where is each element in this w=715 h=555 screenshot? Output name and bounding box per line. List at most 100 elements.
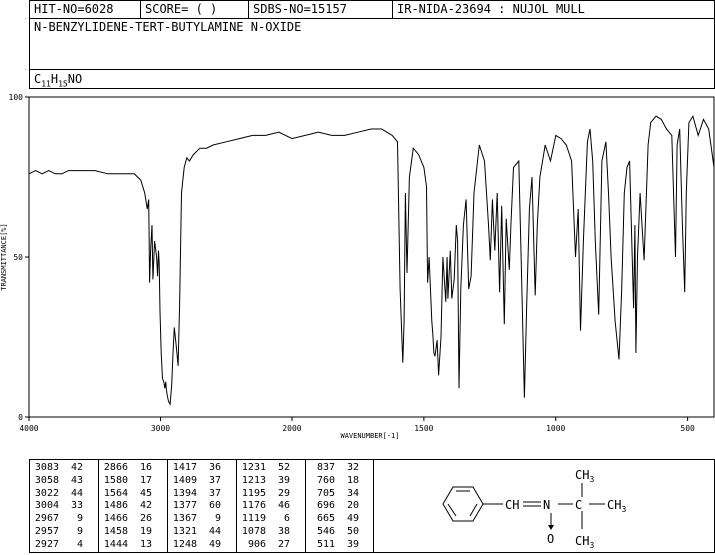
peak-transmittance: 38 — [277, 525, 290, 537]
peak-transmittance: 9 — [76, 525, 83, 537]
ch-label: CH — [505, 498, 519, 512]
peak-row: 1564 45 — [100, 488, 152, 501]
peak-wavenumber: 1564 — [103, 487, 128, 499]
x-axis-ticks: 4000 3000 2000 1500 1000 500 — [19, 417, 695, 433]
y-tick-label: 0 — [18, 413, 23, 422]
peak-wavenumber: 2866 — [103, 462, 128, 473]
peak-row: 1377 60 — [169, 500, 221, 513]
peak-row: 837 32 — [307, 462, 359, 475]
n-label: N — [543, 498, 550, 512]
peak-wavenumber: 2927 — [34, 538, 59, 550]
ir-spectrum-chart: 0 50 100 4000 3000 2000 1500 1000 500 TRANSMITT… — [0, 93, 715, 440]
peak-transmittance: 6 — [283, 513, 290, 525]
peak-wavenumber: 1231 — [241, 462, 266, 473]
peak-column: 1231 52 1213 39 1195 29 1176 46 1119 6 1078 38 906 27 — [238, 459, 290, 555]
peak-transmittance: 16 — [139, 462, 152, 473]
peak-transmittance: 4 — [76, 538, 83, 550]
y-axis-label: TRANSMITTANCE[%] — [0, 223, 8, 290]
peak-wavenumber: 1078 — [241, 525, 266, 537]
peak-wavenumber: 1377 — [172, 500, 197, 512]
ch3-right-label: CH3 — [607, 498, 626, 514]
peak-row: 1486 42 — [100, 500, 152, 513]
ir-nida-info: IR-NIDA-23694 : NUJOL MULL — [397, 2, 585, 16]
x-tick-label: 500 — [680, 424, 695, 433]
peak-transmittance: 18 — [346, 474, 359, 486]
peak-transmittance: 9 — [76, 513, 83, 525]
peak-row: 1458 19 — [100, 526, 152, 539]
x-tick-label: 3000 — [151, 424, 170, 433]
peak-transmittance: 26 — [139, 513, 152, 525]
peak-wavenumber: 1394 — [172, 487, 197, 499]
peak-wavenumber: 1367 — [172, 513, 197, 525]
peak-transmittance: 44 — [70, 487, 83, 499]
peak-transmittance: 42 — [139, 500, 152, 512]
peak-wavenumber: 1176 — [241, 500, 266, 512]
benzene-ring-icon — [442, 486, 484, 522]
compound-name-box: N-BENZYLIDENE-TERT-BUTYLAMINE N-OXIDE — [29, 18, 715, 70]
chemical-structure: CH N O C CH3 CH3 CH3 — [442, 468, 626, 550]
score: SCORE= ( ) — [145, 2, 218, 16]
peak-transmittance: 37 — [208, 474, 221, 486]
peak-row: 1321 44 — [169, 526, 221, 539]
peak-transmittance: 49 — [346, 513, 359, 525]
peak-row: 546 50 — [307, 526, 359, 539]
peak-transmittance: 50 — [346, 525, 359, 537]
peak-wavenumber: 696 — [316, 500, 335, 512]
peak-wavenumber: 665 — [316, 513, 335, 525]
peak-wavenumber: 546 — [316, 525, 335, 537]
peak-row: 1580 17 — [100, 475, 152, 488]
peak-transmittance: 46 — [277, 500, 290, 512]
formula-box: C11H15NO — [29, 69, 715, 89]
peak-wavenumber: 1466 — [103, 513, 128, 525]
peak-column: 3083 42 3058 43 3022 44 3004 33 2967 9 2957 9 2927 4 — [31, 459, 83, 555]
peak-row: 1367 9 — [169, 513, 221, 526]
peak-column: 2866 16 1580 17 1564 45 1486 42 1466 26 1458 19 1444… — [100, 459, 152, 555]
peak-wavenumber: 3083 — [34, 462, 59, 473]
peak-row: 705 34 — [307, 488, 359, 501]
peak-transmittance: 45 — [139, 487, 152, 499]
peak-transmittance: 60 — [208, 500, 221, 512]
peak-transmittance: 43 — [70, 474, 83, 486]
peak-row: 696 20 — [307, 500, 359, 513]
peak-transmittance: 37 — [208, 487, 221, 499]
c-label: C — [575, 498, 582, 512]
peak-row: 3022 44 — [31, 488, 83, 501]
spectrum-line — [28, 114, 715, 406]
peak-wavenumber: 3022 — [34, 487, 59, 499]
peak-row: 906 27 — [238, 539, 290, 552]
peak-row: 511 39 — [307, 539, 359, 552]
peak-wavenumber: 1213 — [241, 474, 266, 486]
peak-transmittance: 33 — [70, 500, 83, 512]
peak-row: 3004 33 — [31, 500, 83, 513]
peak-row: 1466 26 — [100, 513, 152, 526]
peak-transmittance: 34 — [346, 487, 359, 499]
peak-row: 1409 37 — [169, 475, 221, 488]
peak-wavenumber: 1458 — [103, 525, 128, 537]
peak-transmittance: 27 — [277, 538, 290, 550]
peak-row: 3083 42 — [31, 462, 83, 475]
sdbs-number: SDBS-NO=15157 — [253, 2, 347, 16]
peak-wavenumber: 906 — [247, 538, 266, 550]
peak-wavenumber: 1409 — [172, 474, 197, 486]
y-tick-label: 100 — [9, 93, 24, 102]
peak-wavenumber: 1486 — [103, 500, 128, 512]
header-bar: HIT-NO=6028 SCORE= ( ) SDBS-NO=15157 IR-… — [29, 0, 715, 19]
peak-row: 2957 9 — [31, 526, 83, 539]
hit-number: HIT-NO=6028 — [34, 2, 114, 16]
peak-transmittance: 36 — [208, 462, 221, 473]
peak-row: 1231 52 — [238, 462, 290, 475]
o-label: O — [547, 532, 554, 546]
peak-wavenumber: 2957 — [34, 525, 59, 537]
peak-row: 1119 6 — [238, 513, 290, 526]
peak-row: 1248 49 — [169, 539, 221, 552]
peak-row: 2967 9 — [31, 513, 83, 526]
x-tick-label: 1000 — [546, 424, 565, 433]
y-tick-label: 50 — [13, 253, 23, 262]
ch3-bottom-label: CH3 — [575, 534, 594, 550]
ch3-top-label: CH3 — [575, 468, 594, 484]
peak-row: 760 18 — [307, 475, 359, 488]
peak-column: 837 32 760 18 705 34 696 20 665 49 546 50 511 39 — [307, 459, 359, 555]
peak-transmittance: 49 — [208, 538, 221, 550]
peak-wavenumber: 511 — [316, 538, 335, 550]
peak-wavenumber: 1321 — [172, 525, 197, 537]
